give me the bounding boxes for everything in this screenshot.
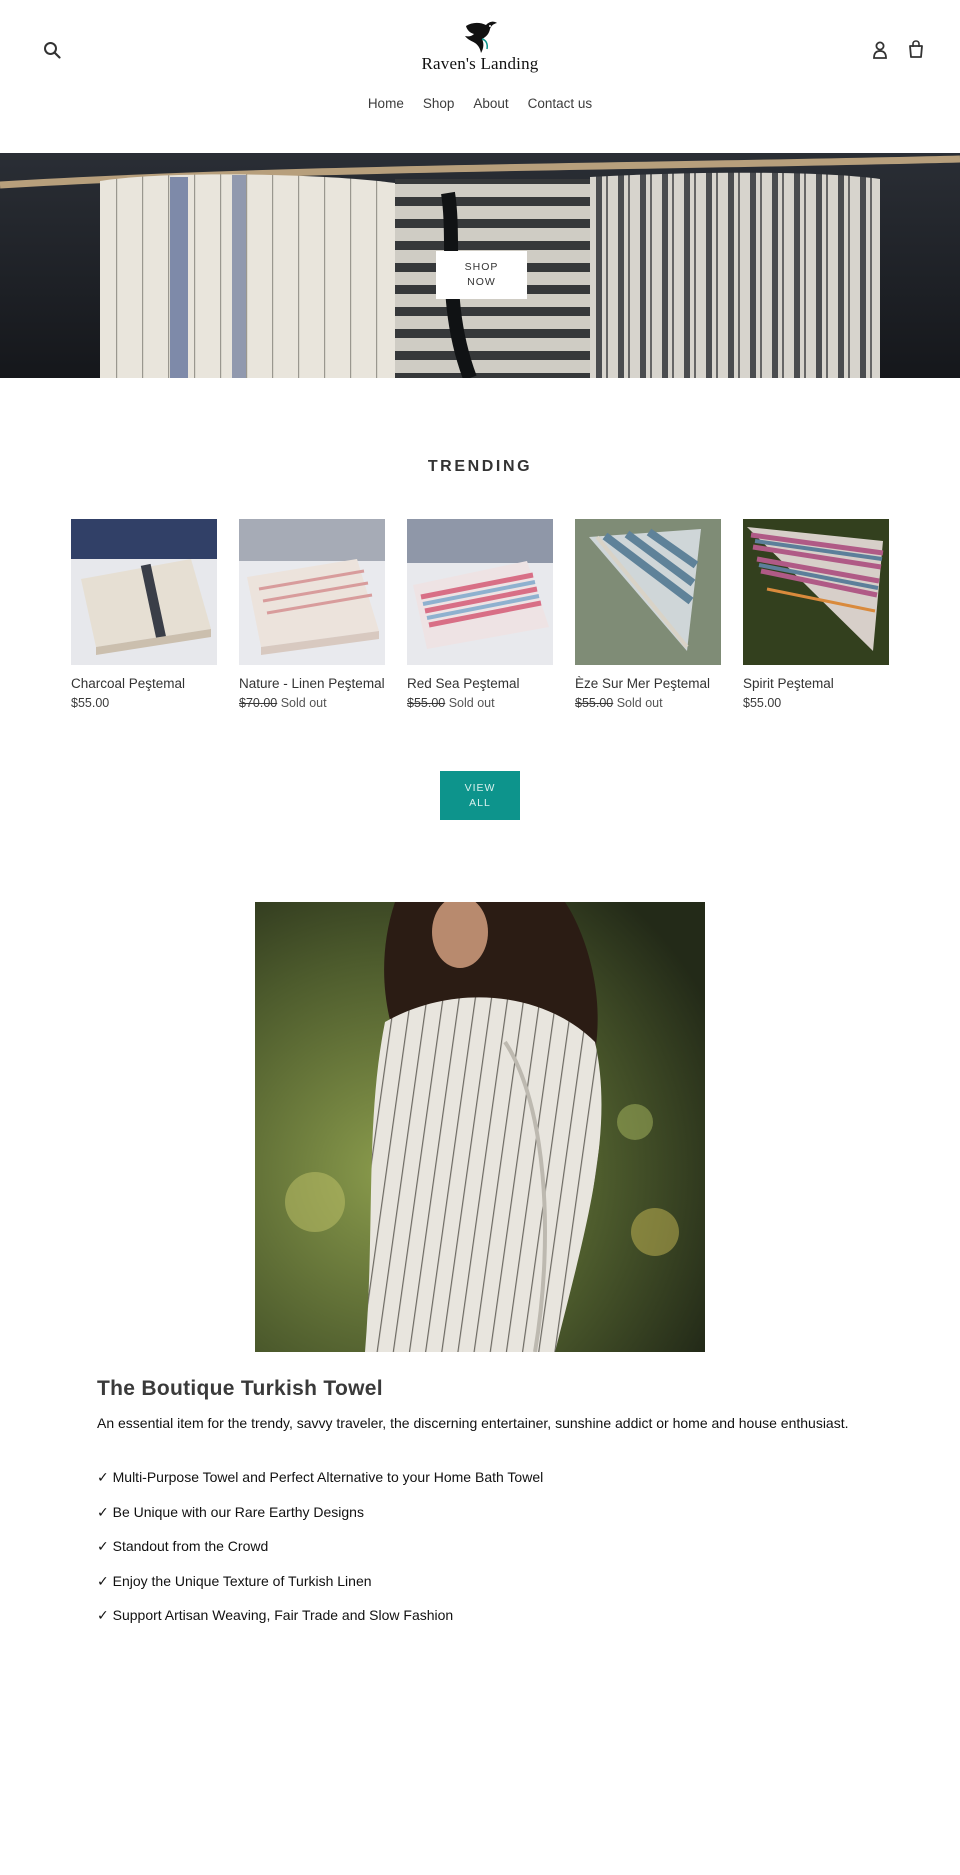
product-price-row: $55.00 Sold out bbox=[575, 696, 721, 710]
search-button[interactable] bbox=[38, 36, 66, 64]
product-image bbox=[407, 519, 553, 665]
shop-now-label-1: SHOP bbox=[464, 261, 499, 273]
feature-description: An essential item for the trendy, savvy … bbox=[97, 1415, 849, 1431]
feature-bullet: ✓ Enjoy the Unique Texture of Turkish Li… bbox=[97, 1573, 372, 1589]
brand-logo[interactable]: Raven's Landing bbox=[420, 18, 540, 82]
product-price: $55.00 bbox=[71, 696, 110, 710]
account-button[interactable] bbox=[866, 36, 894, 64]
view-all-label-2: ALL bbox=[469, 796, 491, 809]
product-image bbox=[239, 519, 385, 665]
sold-out-badge: Sold out bbox=[280, 696, 327, 710]
feature-image bbox=[255, 902, 705, 1352]
nav-home[interactable]: Home bbox=[368, 96, 404, 111]
product-name: Spirit Peştemal bbox=[743, 676, 834, 691]
product-name: Nature - Linen Peştemal bbox=[239, 676, 385, 691]
sold-out-badge: Sold out bbox=[448, 696, 495, 710]
product-original-price: $55.00 bbox=[407, 696, 446, 710]
brand-name: Raven's Landing bbox=[421, 54, 539, 73]
product-original-price: $55.00 bbox=[575, 696, 614, 710]
feature-bullet: ✓ Be Unique with our Rare Earthy Designs bbox=[97, 1504, 364, 1520]
feature-title: The Boutique Turkish Towel bbox=[97, 1377, 383, 1400]
cart-button[interactable] bbox=[902, 35, 930, 63]
product-name: Èze Sur Mer Peştemal bbox=[575, 676, 711, 691]
product-name: Red Sea Peştemal bbox=[407, 676, 520, 691]
product-price-row: $70.00 Sold out bbox=[239, 696, 385, 710]
view-all-label-1: VIEW bbox=[464, 781, 496, 794]
feature-bullet: ✓ Support Artisan Weaving, Fair Trade an… bbox=[97, 1607, 454, 1623]
product-image bbox=[575, 519, 721, 665]
account-icon bbox=[873, 41, 887, 59]
product-price-row: $55.00 bbox=[71, 696, 217, 710]
product-original-price: $70.00 bbox=[239, 696, 278, 710]
shop-now-label-2: NOW bbox=[467, 276, 496, 288]
search-icon bbox=[44, 42, 61, 59]
product-price-row: $55.00 bbox=[743, 696, 889, 710]
sold-out-badge: Sold out bbox=[616, 696, 663, 710]
raven-logo-icon bbox=[465, 21, 497, 53]
nav-shop[interactable]: Shop bbox=[423, 96, 455, 111]
site-header: Raven's Landing Home Shop About Contact … bbox=[0, 0, 960, 153]
view-all-button[interactable]: VIEW ALL bbox=[440, 771, 520, 820]
main-nav: Home Shop About Contact us bbox=[0, 96, 960, 111]
product-price-row: $55.00 Sold out bbox=[407, 696, 553, 710]
nav-about[interactable]: About bbox=[473, 96, 508, 111]
product-name: Charcoal Peştemal bbox=[71, 676, 186, 691]
product-image bbox=[743, 519, 889, 665]
product-card[interactable]: Nature - Linen Peştemal $70.00 Sold out bbox=[239, 519, 385, 710]
trending-title: TRENDING bbox=[427, 458, 533, 475]
nav-contact-us[interactable]: Contact us bbox=[528, 96, 593, 111]
product-image bbox=[71, 519, 217, 665]
product-card[interactable]: Spirit Peştemal $55.00 bbox=[743, 519, 889, 710]
feature-bullet: ✓ Multi-Purpose Towel and Perfect Altern… bbox=[97, 1469, 544, 1485]
cart-icon bbox=[909, 40, 923, 58]
product-price: $55.00 bbox=[743, 696, 782, 710]
product-card[interactable]: Red Sea Peştemal $55.00 Sold out bbox=[407, 519, 553, 710]
product-card[interactable]: Èze Sur Mer Peştemal $55.00 Sold out bbox=[575, 519, 721, 710]
feature-bullet: ✓ Standout from the Crowd bbox=[97, 1538, 269, 1554]
shop-now-button[interactable]: SHOP NOW bbox=[436, 251, 527, 299]
product-card[interactable]: Charcoal Peştemal $55.00 bbox=[71, 519, 217, 710]
